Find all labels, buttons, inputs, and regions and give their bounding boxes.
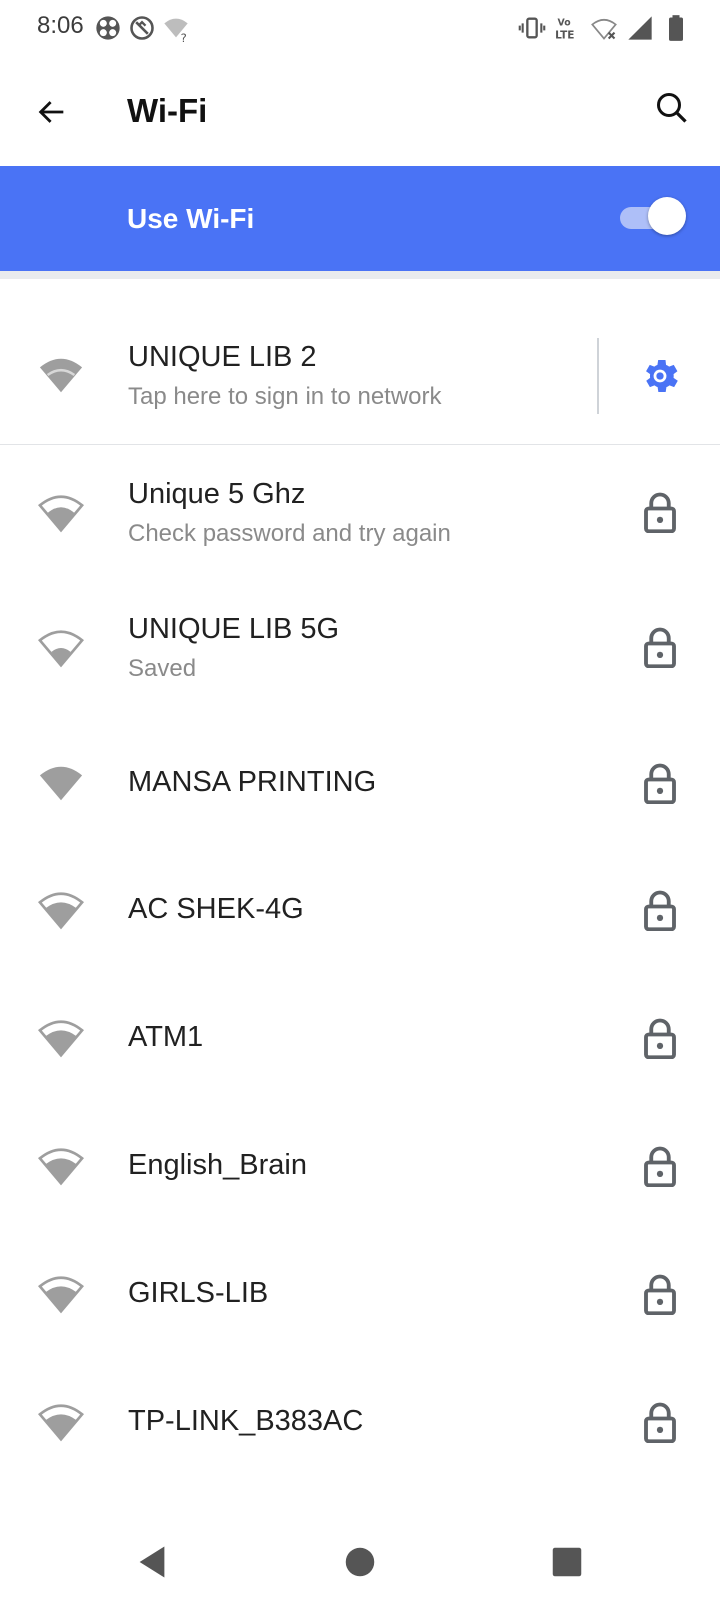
network-item[interactable]: TP-LINK_B383AC [0, 1359, 720, 1484]
volte-icon: Vo LTE [555, 18, 574, 42]
network-name: UNIQUE LIB 2 [128, 341, 317, 373]
wifi-toggle-switch[interactable] [620, 197, 686, 235]
wifi-signal-icon [39, 766, 83, 801]
nav-recents-button[interactable] [545, 1540, 589, 1584]
page-title: Wi-Fi [127, 92, 208, 129]
back-button[interactable] [24, 84, 80, 140]
network-status: Tap here to sign in to network [128, 383, 442, 410]
wifi-signal-icon [39, 358, 83, 393]
wifi-signal-icon [38, 495, 84, 533]
nav-back-button[interactable] [130, 1540, 174, 1584]
use-wifi-bar[interactable]: Use Wi-Fi [0, 166, 720, 271]
network-name: UNIQUE LIB 5G [128, 613, 340, 645]
status-right-icons: Vo LTE [518, 14, 690, 42]
lock-icon [644, 492, 676, 533]
network-item[interactable]: AC SHEK-4G [0, 847, 720, 972]
nav-home-button[interactable] [338, 1540, 382, 1584]
svg-text:Vo: Vo [558, 18, 571, 29]
switch-thumb [648, 197, 686, 235]
network-name: GIRLS-LIB [128, 1277, 269, 1309]
use-wifi-label: Use Wi-Fi [127, 203, 255, 234]
status-time: 8:06 [37, 12, 84, 39]
sync-off-icon [130, 16, 154, 40]
network-item[interactable]: Unique 5 Ghz Check password and try agai… [0, 445, 720, 580]
back-triangle-icon [139, 1546, 165, 1578]
settings-gear-icon[interactable] [638, 354, 682, 398]
cell-signal-icon [628, 16, 652, 40]
search-button[interactable] [644, 80, 700, 136]
network-name: ATM1 [128, 1021, 204, 1053]
search-icon [657, 93, 687, 123]
wifi-signal-icon [38, 892, 84, 930]
wifi-signal-icon [38, 1276, 84, 1314]
network-item[interactable]: English_Brain [0, 1103, 720, 1228]
lock-icon [644, 627, 676, 668]
home-circle-icon [345, 1547, 375, 1577]
lock-icon [644, 1274, 676, 1315]
network-item[interactable]: GIRLS-LIB [0, 1231, 720, 1356]
app-notification-icon [96, 16, 120, 40]
wifi-signal-icon [38, 630, 84, 668]
lock-icon [644, 1018, 676, 1059]
network-name: TP-LINK_B383AC [128, 1405, 364, 1437]
vertical-divider [597, 338, 599, 414]
network-item[interactable]: MANSA PRINTING [0, 720, 720, 845]
app-bar: Wi-Fi [0, 54, 720, 166]
network-status: Check password and try again [128, 520, 451, 547]
network-name: MANSA PRINTING [128, 766, 377, 798]
toolbar-shadow [0, 271, 720, 279]
lock-icon [644, 890, 676, 931]
lock-icon [644, 763, 676, 804]
network-status: Saved [128, 655, 197, 682]
lock-icon [644, 1146, 676, 1187]
battery-icon [669, 15, 683, 41]
svg-text:?: ? [181, 31, 187, 42]
network-item-connected[interactable]: UNIQUE LIB 2 Tap here to sign in to netw… [0, 279, 720, 444]
wifi-question-icon: ? [164, 18, 188, 42]
status-left-icons: ? [94, 14, 190, 42]
vibrate-icon [518, 17, 546, 39]
lock-icon [644, 1402, 676, 1443]
network-item[interactable]: UNIQUE LIB 5G Saved [0, 580, 720, 715]
wifi-signal-icon [38, 1148, 84, 1186]
network-name: English_Brain [128, 1149, 307, 1181]
system-nav-bar [0, 1520, 720, 1600]
svg-text:LTE: LTE [555, 30, 574, 42]
recents-square-icon [552, 1547, 582, 1577]
status-bar: 8:06 ? Vo LTE [0, 0, 720, 54]
arrow-back-icon [38, 101, 64, 123]
network-name: Unique 5 Ghz [128, 478, 306, 510]
wifi-signal-icon [38, 1404, 84, 1442]
wifi-signal-icon [38, 1020, 84, 1058]
wifi-off-icon [591, 18, 617, 40]
network-item[interactable]: ATM1 [0, 975, 720, 1100]
network-name: AC SHEK-4G [128, 893, 304, 925]
